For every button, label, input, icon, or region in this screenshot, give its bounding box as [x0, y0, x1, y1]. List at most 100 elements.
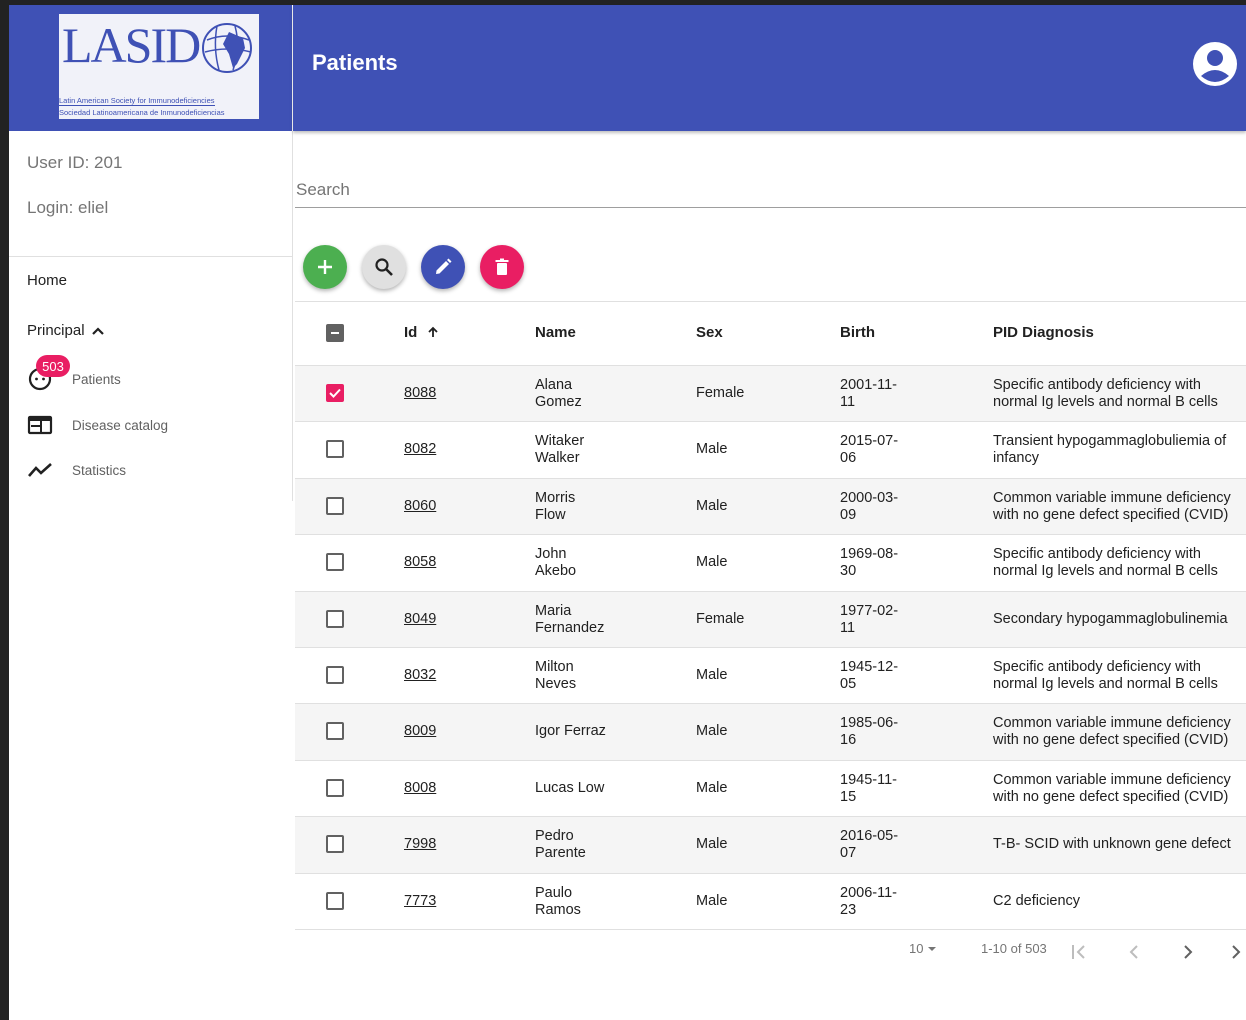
patient-last-name: Gomez — [535, 394, 582, 410]
table-row[interactable]: 8009 Igor Ferraz Male 1985-06- 16 Common vari… — [295, 704, 1246, 761]
last-page-icon[interactable] — [1229, 943, 1243, 961]
user-id-label: User ID: 201 — [27, 153, 123, 172]
account-circle-icon[interactable] — [1192, 41, 1238, 87]
patient-birth: 1945-11- 15 — [840, 772, 910, 806]
delete-button[interactable] — [480, 245, 524, 289]
patient-id-link[interactable]: 8088 — [404, 385, 436, 402]
chevron-up-icon — [91, 326, 104, 335]
column-header-sex[interactable]: Sex — [696, 324, 723, 341]
patient-first-name: Milton — [535, 658, 574, 675]
diagnosis-line2: normal Ig levels and normal B cells — [993, 394, 1218, 410]
sidebar-divider — [9, 256, 292, 257]
row-checkbox[interactable] — [326, 440, 344, 459]
diagnosis-line1: Common variable immune deficiency — [993, 771, 1231, 788]
patient-sex: Female — [696, 610, 745, 627]
nav-disease-catalog[interactable]: Disease catalog — [27, 412, 168, 438]
search-input[interactable] — [295, 173, 1246, 208]
patient-id-link[interactable]: 7998 — [404, 836, 436, 853]
nav-home[interactable]: Home — [27, 272, 67, 289]
trash-icon — [495, 258, 509, 275]
patient-id-link[interactable]: 8058 — [404, 554, 436, 571]
nav-principal[interactable]: Principal — [27, 322, 105, 339]
table-row[interactable]: 8008 Lucas Low Male 1945-11- 15 Common variab… — [295, 761, 1246, 818]
diagnosis-line1: C2 deficiency — [993, 892, 1081, 909]
column-header-id[interactable]: Id — [404, 324, 440, 341]
diagnosis-line1: Specific antibody deficiency with — [993, 377, 1201, 393]
diagnosis-line1: Common variable immune deficiency — [993, 489, 1231, 506]
diagnosis-line2: normal Ig levels and normal B cells — [993, 563, 1218, 580]
nav-statistics[interactable]: Statistics — [27, 457, 126, 483]
diagnosis-line2: normal Ig levels and normal B cells — [993, 675, 1218, 692]
patient-first-name: Lucas Low — [535, 779, 605, 796]
column-header-birth[interactable]: Birth — [840, 324, 875, 341]
table-row[interactable]: 8058 John Akebo Male 1969-08- 30 Specific anti… — [295, 535, 1246, 592]
column-header-diagnosis[interactable]: PID Diagnosis — [993, 324, 1094, 341]
nav-statistics-label: Statistics — [72, 462, 127, 478]
patient-id-link[interactable]: 8009 — [404, 723, 436, 740]
patient-last-name: Flow — [535, 506, 566, 523]
birth-date-part2: 11 — [840, 619, 856, 636]
row-checkbox[interactable] — [326, 778, 344, 797]
birth-date-part1: 1945-11- — [840, 771, 897, 788]
edit-button[interactable] — [421, 245, 465, 289]
patient-name: Maria Fernandez — [535, 603, 655, 637]
table-row[interactable]: 8088 Alana Gomez Female 2001-11- 11 Specific a… — [295, 366, 1246, 423]
check-icon — [329, 388, 341, 398]
patient-id-link[interactable]: 8032 — [404, 667, 436, 684]
patient-birth: 1977-02- 11 — [840, 603, 910, 637]
row-checkbox[interactable] — [326, 553, 344, 572]
patient-birth: 1985-06- 16 — [840, 715, 910, 749]
table-row[interactable]: 7773 Paulo Ramos Male 2006-11- 23 C2 deficienc… — [295, 874, 1246, 930]
patient-diagnosis: Secondary hypogammaglobulinemia — [993, 611, 1243, 628]
patient-id-link[interactable]: 7773 — [404, 893, 436, 910]
web-window-icon — [27, 415, 53, 435]
patient-name: Pedro Parente — [535, 828, 655, 862]
table-row[interactable]: 7998 Pedro Parente Male 2016-05- 07 T-B- SCID … — [295, 817, 1246, 874]
diagnosis-line1: Secondary hypogammaglobulinemia — [993, 610, 1228, 627]
diagnosis-line1: Transient hypogammaglobuliemia of — [993, 433, 1227, 450]
row-checkbox[interactable] — [326, 722, 344, 741]
next-page-icon[interactable] — [1179, 943, 1197, 961]
table-body: 8088 Alana Gomez Female 2001-11- 11 Specific a… — [295, 366, 1246, 930]
row-checkbox[interactable] — [326, 609, 344, 628]
patient-diagnosis: Common variable immune deficiency with no… — [993, 490, 1243, 524]
patient-id-link[interactable]: 8060 — [404, 498, 436, 515]
patient-id-link[interactable]: 8082 — [404, 441, 436, 458]
row-checkbox[interactable] — [326, 496, 344, 515]
row-checkbox[interactable] — [326, 665, 344, 684]
patient-name: Paulo Ramos — [535, 885, 655, 919]
table-row[interactable]: 8049 Maria Fernandez Female 1977-02- 11 Second… — [295, 591, 1246, 648]
column-header-name[interactable]: Name — [535, 324, 576, 341]
patient-diagnosis: T-B- SCID with unknown gene defect — [993, 836, 1243, 853]
rows-per-page-select[interactable]: 10 — [909, 941, 937, 956]
plus-icon — [318, 260, 332, 274]
login-label: Login: eliel — [27, 198, 109, 217]
table-row[interactable]: 8060 Morris Flow Male 2000-03- 09 Common varia… — [295, 478, 1246, 536]
patient-id-link[interactable]: 8008 — [404, 780, 436, 797]
sidebar-border — [292, 131, 293, 501]
patient-diagnosis: Specific antibody deficiency with normal … — [993, 659, 1243, 693]
row-checkbox[interactable] — [326, 891, 344, 910]
patient-sex: Male — [696, 441, 728, 458]
birth-date-part1: 1945-12- — [840, 658, 899, 675]
diagnosis-line2: with no gene defect specified (CVID) — [993, 732, 1229, 749]
nav-principal-label: Principal — [27, 322, 85, 339]
pagination-range: 1-10 of 503 — [981, 941, 1047, 956]
add-button[interactable] — [303, 245, 347, 289]
birth-date-part2: 09 — [840, 506, 857, 523]
first-page-icon[interactable] — [1070, 943, 1088, 961]
patient-id-link[interactable]: 8049 — [404, 611, 436, 628]
table-row[interactable]: 8032 Milton Neves Male 1945-12- 05 Specific an… — [295, 648, 1246, 705]
previous-page-icon[interactable] — [1125, 943, 1143, 961]
search-button[interactable] — [362, 245, 406, 289]
patient-first-name: Alana — [535, 377, 573, 393]
row-checkbox[interactable] — [326, 384, 344, 402]
patient-name: Milton Neves — [535, 659, 655, 693]
minus-icon — [331, 332, 339, 334]
table-row[interactable]: 8082 Witaker Walker Male 2015-07- 06 Transient… — [295, 422, 1246, 479]
diagnosis-line1: Specific antibody deficiency with — [993, 658, 1201, 675]
patient-birth: 2006-11- 23 — [840, 885, 910, 919]
row-checkbox[interactable] — [326, 835, 344, 854]
logo-subtitle-es: Sociedad Latinoamericana de Inmunodefici… — [59, 108, 225, 117]
select-all-checkbox[interactable] — [326, 324, 344, 342]
